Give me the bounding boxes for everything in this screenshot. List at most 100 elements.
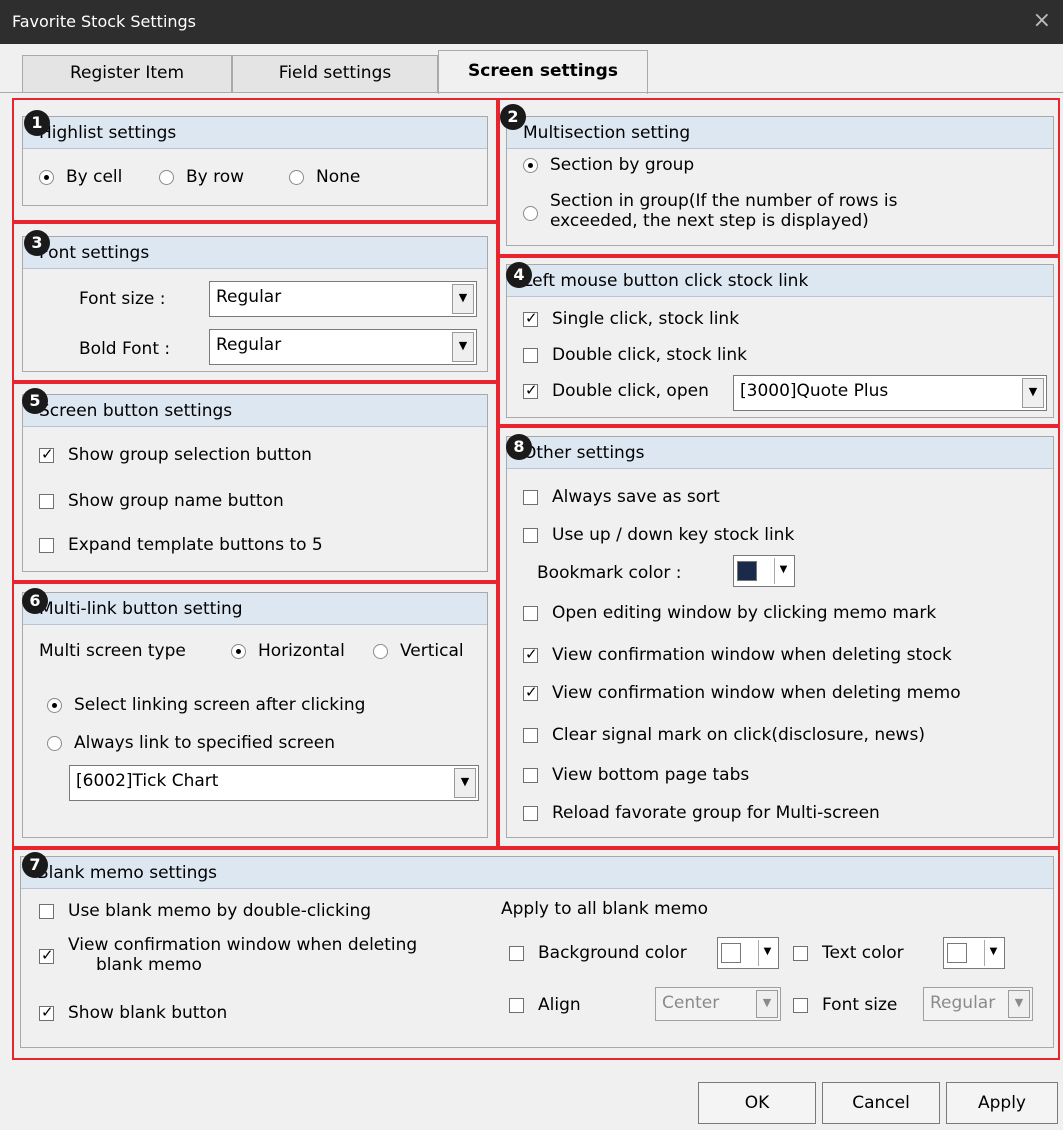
checkbox-font-size[interactable]: Font size xyxy=(793,995,897,1015)
color-swatch xyxy=(947,943,967,963)
checkbox-label: Show blank button xyxy=(68,1003,228,1023)
tab-bar: Register Item Field settings Screen sett… xyxy=(0,44,1063,94)
radio-select-linking-screen[interactable]: Select linking screen after clicking xyxy=(47,695,365,715)
checkbox-indicator xyxy=(523,489,538,505)
radio-none[interactable]: None xyxy=(289,167,360,187)
radio-by-cell[interactable]: By cell xyxy=(39,167,122,187)
checkbox-label: Open editing window by clicking memo mar… xyxy=(552,603,937,623)
font-size-select[interactable]: Regular ▼ xyxy=(209,281,477,317)
checkbox-label: Text color xyxy=(822,943,904,963)
checkbox-background-color[interactable]: Background color xyxy=(509,943,687,963)
bold-font-select[interactable]: Regular ▼ xyxy=(209,329,477,365)
highlist-settings-group: Highlist settings By cell By row None xyxy=(22,116,488,206)
checkbox-label: View bottom page tabs xyxy=(552,765,750,785)
checkbox-text-color[interactable]: Text color xyxy=(793,943,904,963)
checkbox-label: Show group selection button xyxy=(68,445,312,465)
checkbox-indicator xyxy=(39,946,54,964)
radio-indicator xyxy=(231,643,246,659)
font-size-select-blank-memo[interactable]: Regular ▼ xyxy=(923,987,1033,1021)
window-title: Favorite Stock Settings xyxy=(12,12,197,31)
checkbox-expand-template-buttons[interactable]: Expand template buttons to 5 xyxy=(39,535,323,555)
radio-label: Always link to specified screen xyxy=(74,733,335,753)
checkbox-label: Reload favorate group for Multi-screen xyxy=(552,803,880,823)
chevron-down-icon: ▼ xyxy=(1022,378,1044,408)
checkbox-always-save-as-sort[interactable]: Always save as sort xyxy=(523,487,720,507)
chevron-down-icon: ▼ xyxy=(984,940,1002,966)
checkbox-open-editing-window-memo[interactable]: Open editing window by clicking memo mar… xyxy=(523,603,936,623)
checkbox-use-blank-memo-double-click[interactable]: Use blank memo by double-clicking xyxy=(39,901,371,921)
checkbox-align[interactable]: Align xyxy=(509,995,581,1015)
checkbox-show-group-name-button[interactable]: Show group name button xyxy=(39,491,284,511)
checkbox-indicator xyxy=(509,997,524,1013)
checkbox-view-bottom-page-tabs[interactable]: View bottom page tabs xyxy=(523,765,749,785)
marker-7: 7 xyxy=(22,852,48,878)
checkbox-indicator xyxy=(39,903,54,919)
checkbox-indicator xyxy=(793,945,808,961)
radio-label: Vertical xyxy=(400,641,464,661)
radio-label: Section in group(If the number of rows i… xyxy=(550,191,897,231)
multi-screen-type-label: Multi screen type xyxy=(39,641,186,661)
radio-label: Select linking screen after clicking xyxy=(74,695,366,715)
checkbox-single-click-stock-link[interactable]: Single click, stock link xyxy=(523,309,739,329)
group-title: Font settings xyxy=(23,237,487,269)
checkbox-confirm-deleting-stock[interactable]: View confirmation window when deleting s… xyxy=(523,645,952,665)
radio-indicator xyxy=(523,206,538,221)
radio-section-in-group[interactable]: Section in group(If the number of rows i… xyxy=(523,191,897,231)
tab-screen-settings[interactable]: Screen settings xyxy=(438,50,648,94)
double-click-open-select[interactable]: [3000]Quote Plus ▼ xyxy=(733,375,1047,411)
checkbox-show-group-selection-button[interactable]: Show group selection button xyxy=(39,445,312,465)
multi-link-button-setting-group: Multi-link button setting Multi screen t… xyxy=(22,592,488,838)
group-title: Screen button settings xyxy=(23,395,487,427)
label-line-1: View confirmation window when deleting xyxy=(68,935,418,955)
align-select[interactable]: Center ▼ xyxy=(655,987,781,1021)
label-line-1: Section in group(If the number of rows i… xyxy=(550,191,898,211)
radio-always-link-specified-screen[interactable]: Always link to specified screen xyxy=(47,733,335,753)
checkbox-indicator xyxy=(523,347,538,363)
checkbox-label: Background color xyxy=(538,943,687,963)
checkbox-double-click-stock-link[interactable]: Double click, stock link xyxy=(523,345,747,365)
chevron-down-icon: ▼ xyxy=(454,768,476,798)
radio-label: By cell xyxy=(66,167,123,187)
specified-screen-select[interactable]: [6002]Tick Chart ▼ xyxy=(69,765,479,801)
checkbox-indicator xyxy=(509,945,524,961)
checkbox-confirm-deleting-memo[interactable]: View confirmation window when deleting m… xyxy=(523,683,961,703)
checkbox-label: Expand template buttons to 5 xyxy=(68,535,323,555)
favorite-stock-settings-window: Favorite Stock Settings × Register Item … xyxy=(0,0,1063,1130)
cancel-button[interactable]: Cancel xyxy=(822,1082,940,1124)
checkbox-clear-signal-mark[interactable]: Clear signal mark on click(disclosure, n… xyxy=(523,725,925,745)
background-color-picker[interactable]: ▼ xyxy=(717,937,779,969)
apply-button[interactable]: Apply xyxy=(946,1082,1058,1124)
radio-section-by-group[interactable]: Section by group xyxy=(523,155,694,175)
checkbox-indicator xyxy=(523,805,538,821)
text-color-picker[interactable]: ▼ xyxy=(943,937,1005,969)
checkbox-show-blank-button[interactable]: Show blank button xyxy=(39,1003,227,1023)
bookmark-color-label: Bookmark color : xyxy=(537,563,682,583)
marker-6: 6 xyxy=(22,588,48,614)
radio-vertical[interactable]: Vertical xyxy=(373,641,464,661)
tab-field-settings[interactable]: Field settings xyxy=(232,55,438,93)
checkbox-double-click-open[interactable]: Double click, open xyxy=(523,381,709,401)
close-icon[interactable]: × xyxy=(1033,8,1051,33)
group-title: Multi-link button setting xyxy=(23,593,487,625)
checkbox-indicator xyxy=(523,727,538,743)
marker-8: 8 xyxy=(506,434,532,460)
radio-by-row[interactable]: By row xyxy=(159,167,244,187)
ok-button[interactable]: OK xyxy=(698,1082,816,1124)
checkbox-up-down-key-stock-link[interactable]: Use up / down key stock link xyxy=(523,525,794,545)
radio-indicator xyxy=(289,169,304,185)
select-value: Regular xyxy=(930,993,996,1013)
checkbox-confirm-deleting-blank-memo[interactable]: View confirmation window when deletingbl… xyxy=(39,935,417,975)
checkbox-reload-favorite-group[interactable]: Reload favorate group for Multi-screen xyxy=(523,803,880,823)
bookmark-color-picker[interactable]: ▼ xyxy=(733,555,795,587)
checkbox-label: Use up / down key stock link xyxy=(552,525,795,545)
select-value: Regular xyxy=(216,335,282,355)
marker-2: 2 xyxy=(500,104,526,130)
checkbox-label: Always save as sort xyxy=(552,487,720,507)
tab-register-item[interactable]: Register Item xyxy=(22,55,232,93)
title-bar: Favorite Stock Settings × xyxy=(0,0,1063,44)
label-line-2: exceeded, the next step is displayed) xyxy=(550,211,869,231)
marker-3: 3 xyxy=(24,230,50,256)
radio-indicator xyxy=(47,697,62,713)
radio-horizontal[interactable]: Horizontal xyxy=(231,641,345,661)
checkbox-label: Double click, open xyxy=(552,381,709,401)
